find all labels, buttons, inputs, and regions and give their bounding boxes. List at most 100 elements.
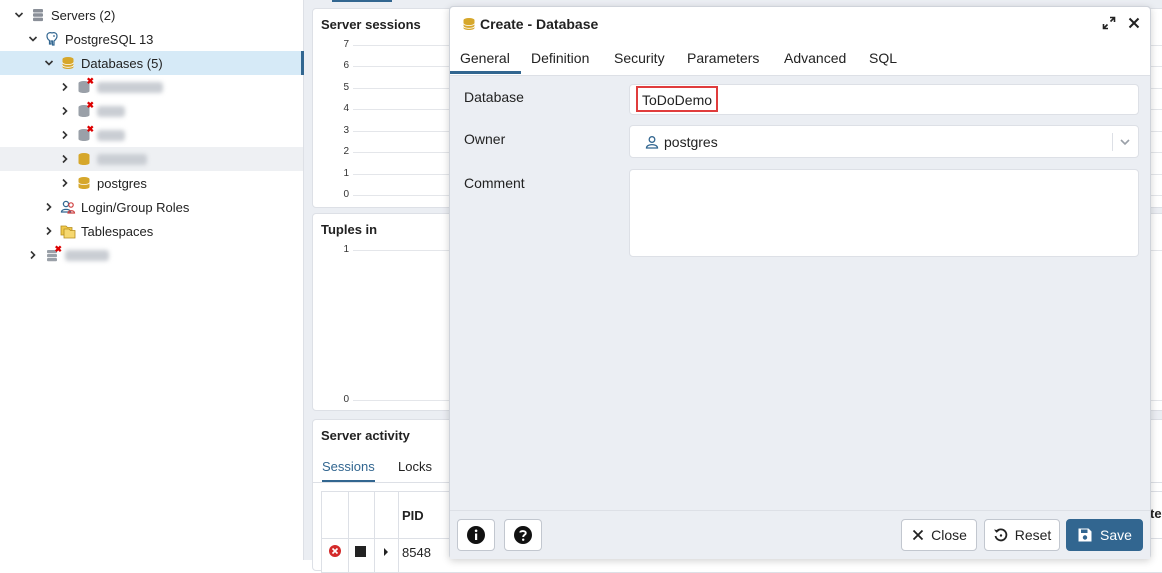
tree-node-postgresql[interactable]: PostgreSQL 13	[0, 27, 303, 51]
chevron-right-icon[interactable]	[58, 176, 72, 190]
chevron-down-icon[interactable]	[1119, 136, 1131, 151]
cancel-query-icon[interactable]	[355, 546, 366, 557]
close-icon[interactable]	[1127, 16, 1141, 33]
database-disconnected-icon: ✖	[76, 101, 94, 119]
reset-button[interactable]: Reset	[984, 519, 1060, 551]
close-icon	[912, 529, 924, 541]
tuples-in-y-tick: 1	[343, 244, 349, 255]
tree-node-database-4[interactable]	[0, 147, 303, 171]
server-sessions-title: Server sessions	[321, 17, 421, 32]
tree-label-databases: Databases (5)	[81, 55, 163, 71]
tree-node-login-roles[interactable]: Login/Group Roles	[0, 195, 303, 219]
server-sessions-y-tick: 1	[343, 167, 349, 179]
dialog-title: Create - Database	[480, 16, 599, 32]
database-icon	[462, 17, 476, 34]
server-sessions-y-tick: 4	[343, 103, 349, 115]
tree-label-tablespaces: Tablespaces	[81, 223, 154, 239]
chevron-down-icon[interactable]	[12, 8, 26, 22]
chevron-right-icon[interactable]	[26, 248, 40, 262]
database-name-value: ToDoDemo	[642, 92, 713, 108]
database-icon	[60, 55, 76, 71]
active-tab-underline	[450, 71, 521, 74]
reset-icon	[993, 528, 1007, 542]
postgresql-elephant-icon	[44, 31, 60, 47]
redacted-database-name	[97, 129, 125, 141]
active-tab-indicator	[332, 0, 392, 2]
dialog-tabs: General Definition Security Parameters A…	[450, 41, 1150, 76]
close-button[interactable]: Close	[901, 519, 977, 551]
server-disconnected-icon: ✖	[44, 245, 62, 263]
database-disconnected-icon: ✖	[76, 125, 94, 143]
save-button-label: Save	[1100, 527, 1132, 543]
tab-parameters[interactable]: Parameters	[687, 50, 759, 66]
tree-node-tablespaces[interactable]: Tablespaces	[0, 219, 303, 243]
tree-node-servers[interactable]: Servers (2)	[0, 3, 303, 27]
tab-sql[interactable]: SQL	[869, 50, 897, 66]
help-icon	[514, 526, 532, 544]
tree-node-database-postgres[interactable]: postgres	[0, 171, 303, 195]
tree-node-database-1[interactable]: ✖	[0, 75, 303, 99]
terminate-session-icon[interactable]	[328, 544, 342, 561]
chevron-right-icon[interactable]	[58, 128, 72, 142]
owner-value: postgres	[664, 134, 718, 150]
user-icon	[645, 135, 659, 152]
database-name-input[interactable]: ToDoDemo	[629, 84, 1139, 115]
database-icon	[76, 175, 92, 191]
comment-label: Comment	[464, 175, 525, 191]
server-sessions-y-tick: 5	[343, 81, 349, 93]
tuples-in-title: Tuples in	[321, 222, 378, 237]
database-disconnected-icon: ✖	[76, 77, 94, 95]
object-explorer: Servers (2) PostgreSQL 13 Databases (5) …	[0, 0, 304, 560]
tablespaces-folder-icon	[60, 223, 76, 239]
tree-label-postgresql: PostgreSQL 13	[65, 31, 154, 47]
dialog-header[interactable]: Create - Database	[450, 7, 1150, 42]
tab-definition[interactable]: Definition	[531, 50, 589, 66]
maximize-icon[interactable]	[1102, 16, 1116, 33]
server-sessions-y-tick: 2	[343, 146, 349, 158]
expand-row-icon[interactable]	[382, 545, 390, 560]
server-sessions-y-tick: 3	[343, 124, 349, 136]
table-cell-pid: 8548	[402, 545, 431, 560]
chevron-down-icon[interactable]	[42, 56, 56, 70]
redacted-server-name	[65, 249, 109, 261]
group-roles-icon	[60, 199, 76, 215]
owner-select[interactable]: postgres	[629, 125, 1139, 158]
tab-security[interactable]: Security	[614, 50, 665, 66]
table-header-truncated: te	[1150, 506, 1162, 521]
reset-button-label: Reset	[1014, 527, 1052, 543]
chevron-right-icon[interactable]	[58, 104, 72, 118]
database-label: Database	[464, 89, 524, 105]
tab-locks[interactable]: Locks	[398, 459, 432, 480]
server-sessions-y-tick: 0	[343, 189, 349, 200]
owner-label: Owner	[464, 131, 506, 147]
server-sessions-y-tick: 7	[343, 39, 349, 50]
tuples-in-y-tick: 0	[343, 394, 349, 405]
table-header-pid: PID	[402, 508, 424, 523]
tab-advanced[interactable]: Advanced	[784, 50, 846, 66]
save-icon	[1078, 528, 1092, 542]
info-button[interactable]	[457, 519, 495, 551]
info-icon	[467, 526, 485, 544]
servers-icon	[30, 7, 46, 23]
close-button-label: Close	[931, 527, 967, 543]
save-button[interactable]: Save	[1066, 519, 1143, 551]
tab-general[interactable]: General	[460, 50, 510, 66]
tree-node-database-2[interactable]: ✖	[0, 99, 303, 123]
chevron-right-icon[interactable]	[58, 80, 72, 94]
tree-node-server-2[interactable]: ✖	[0, 243, 303, 267]
redacted-database-name	[97, 105, 125, 117]
chevron-right-icon[interactable]	[42, 200, 56, 214]
chevron-right-icon[interactable]	[42, 224, 56, 238]
chevron-down-icon[interactable]	[26, 32, 40, 46]
database-icon	[76, 151, 92, 167]
help-button[interactable]	[504, 519, 542, 551]
tab-sessions[interactable]: Sessions	[322, 459, 375, 483]
tree-label-servers: Servers (2)	[51, 7, 116, 23]
chevron-right-icon[interactable]	[58, 152, 72, 166]
tree-node-databases[interactable]: Databases (5)	[0, 51, 304, 75]
tree-node-database-3[interactable]: ✖	[0, 123, 303, 147]
create-database-dialog: Create - Database General Definition Sec…	[449, 6, 1151, 559]
comment-textarea[interactable]	[629, 169, 1139, 257]
server-sessions-y-tick: 6	[343, 60, 349, 72]
redacted-database-name	[97, 153, 147, 165]
